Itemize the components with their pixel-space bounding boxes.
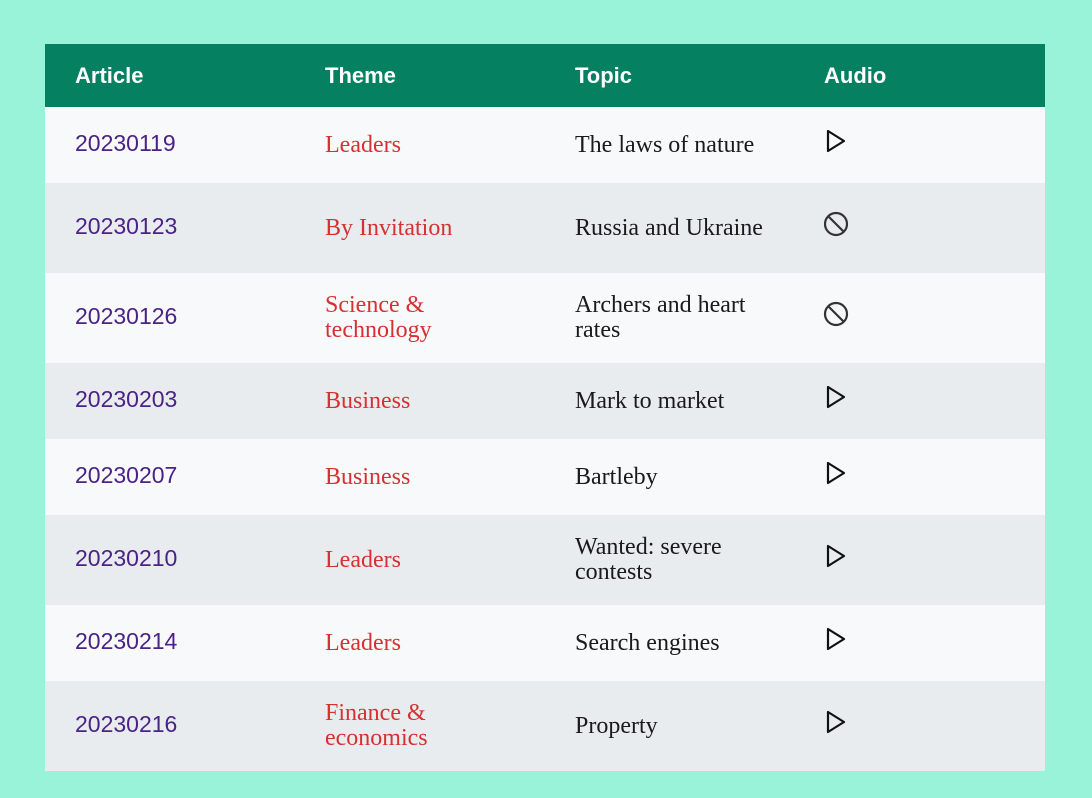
theme-label: Business <box>325 387 411 414</box>
table-row: 20230123 By Invitation Russia and Ukrain… <box>45 183 1045 273</box>
articles-table-container: Article Theme Topic Audio 20230119 Leade… <box>45 44 1045 771</box>
table-row: 20230210 Leaders Wanted: severe contests <box>45 515 1045 605</box>
article-link[interactable]: 20230126 <box>75 303 177 329</box>
play-icon[interactable] <box>822 127 850 155</box>
topic-label: Russia and Ukraine <box>575 214 763 241</box>
table-header-row: Article Theme Topic Audio <box>45 44 1045 107</box>
topic-label: The laws of nature <box>575 131 755 158</box>
theme-label: Business <box>325 463 411 490</box>
theme-label: Leaders <box>325 131 401 158</box>
table-row: 20230126 Science & technology Archers an… <box>45 273 1045 363</box>
play-icon[interactable] <box>822 459 850 487</box>
header-article: Article <box>75 62 144 88</box>
table-row: 20230216 Finance & economics Property <box>45 681 1045 771</box>
header-audio: Audio <box>824 62 887 88</box>
articles-table: Article Theme Topic Audio 20230119 Leade… <box>45 44 1045 771</box>
table-row: 20230119 Leaders The laws of nature <box>45 107 1045 183</box>
topic-label: Archers and heart rates <box>575 292 746 343</box>
unavailable-icon <box>822 300 850 328</box>
article-link[interactable]: 20230123 <box>75 213 177 239</box>
topic-label: Wanted: severe contests <box>575 534 722 585</box>
header-topic: Topic <box>575 62 633 88</box>
article-link[interactable]: 20230207 <box>75 462 177 488</box>
article-link[interactable]: 20230214 <box>75 628 177 654</box>
article-link[interactable]: 20230210 <box>75 545 177 571</box>
theme-label: Leaders <box>325 629 401 656</box>
play-icon[interactable] <box>822 383 850 411</box>
table-row: 20230207 Business Bartleby <box>45 439 1045 515</box>
table-row: 20230214 Leaders Search engines <box>45 605 1045 681</box>
theme-label: Science & technology <box>325 292 432 343</box>
topic-label: Bartleby <box>575 463 658 490</box>
unavailable-icon <box>822 210 850 238</box>
theme-label: Finance & economics <box>325 700 428 751</box>
topic-label: Search engines <box>575 629 720 656</box>
theme-label: Leaders <box>325 546 401 573</box>
play-icon[interactable] <box>822 625 850 653</box>
theme-label: By Invitation <box>325 214 453 241</box>
article-link[interactable]: 20230216 <box>75 711 177 737</box>
play-icon[interactable] <box>822 542 850 570</box>
topic-label: Mark to market <box>575 387 725 414</box>
article-link[interactable]: 20230119 <box>75 130 176 156</box>
header-theme: Theme <box>325 62 396 88</box>
table-row: 20230203 Business Mark to market <box>45 363 1045 439</box>
play-icon[interactable] <box>822 708 850 736</box>
topic-label: Property <box>575 712 658 739</box>
article-link[interactable]: 20230203 <box>75 386 177 412</box>
